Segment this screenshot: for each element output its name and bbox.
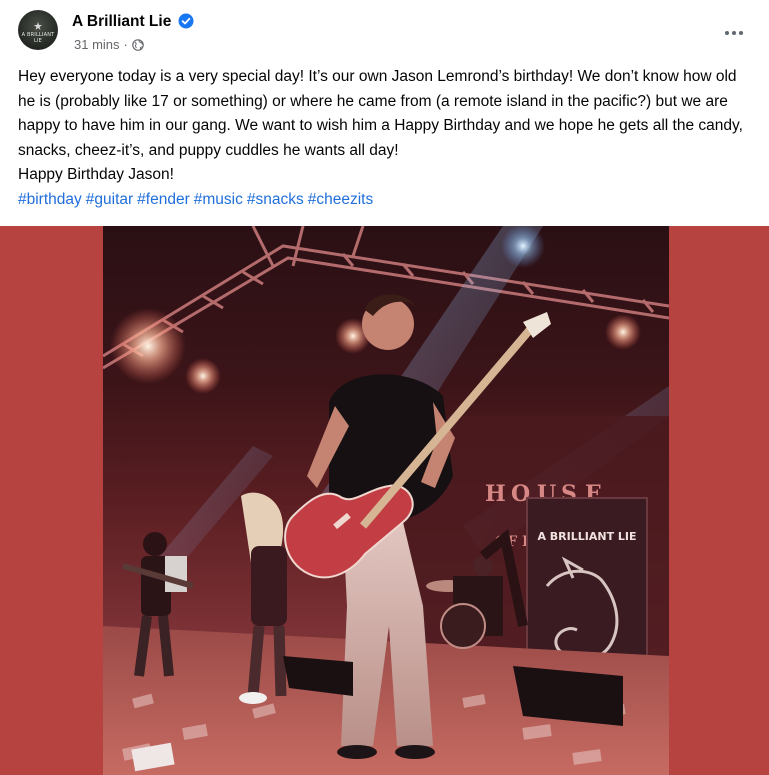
concert-photo-illustration: H O U S E OF B A BRILLIANT LIE	[103, 226, 669, 775]
post-meta: 31 mins ·	[74, 37, 144, 52]
svg-text:A BRILLIANT LIE: A BRILLIANT LIE	[537, 530, 636, 543]
hashtag-snacks-link[interactable]: #snacks	[247, 191, 304, 208]
page-name-link[interactable]: A Brilliant Lie	[72, 13, 171, 31]
stage-spotlight	[110, 308, 186, 384]
post-body-closing-line: Happy Birthday Jason!	[18, 166, 174, 183]
hashtag-fender-link[interactable]: #fender	[137, 191, 190, 208]
more-options-button[interactable]	[716, 17, 752, 49]
more-dot	[739, 31, 743, 35]
timestamp-link[interactable]: 31 mins	[74, 37, 120, 52]
meta-separator: ·	[123, 37, 128, 52]
post-body-paragraph: Hey everyone today is a very special day…	[18, 68, 743, 159]
more-dot	[725, 31, 729, 35]
globe-icon[interactable]	[132, 38, 144, 51]
venue-letter: H	[485, 481, 506, 507]
avatar-text: A BRILLIANT LIE	[21, 32, 55, 44]
hashtag-cheezits-link[interactable]: #cheezits	[308, 191, 373, 208]
hashtag-guitar-link[interactable]: #guitar	[86, 191, 133, 208]
stage-spotlight	[605, 314, 641, 350]
avatar[interactable]: A BRILLIANT LIE	[18, 10, 58, 50]
concert-photo[interactable]: H O U S E OF B A BRILLIANT LIE	[103, 226, 669, 775]
facebook-post: A BRILLIANT LIE A Brilliant Lie 31 mins …	[0, 0, 769, 775]
hashtag-birthday-link[interactable]: #birthday	[18, 191, 82, 208]
hashtag-list: #birthday #guitar #fender #music #snacks #che…	[18, 188, 753, 213]
hashtag-music-link[interactable]: #music	[194, 191, 243, 208]
band-logo-icon	[34, 22, 42, 30]
more-dot	[732, 31, 736, 35]
post-body: Hey everyone today is a very special day…	[18, 65, 753, 212]
verified-badge-icon	[178, 13, 194, 29]
media-container: H O U S E OF B A BRILLIANT LIE	[0, 226, 769, 775]
stage-spotlight	[185, 358, 221, 394]
stage-spotlight	[501, 226, 545, 268]
